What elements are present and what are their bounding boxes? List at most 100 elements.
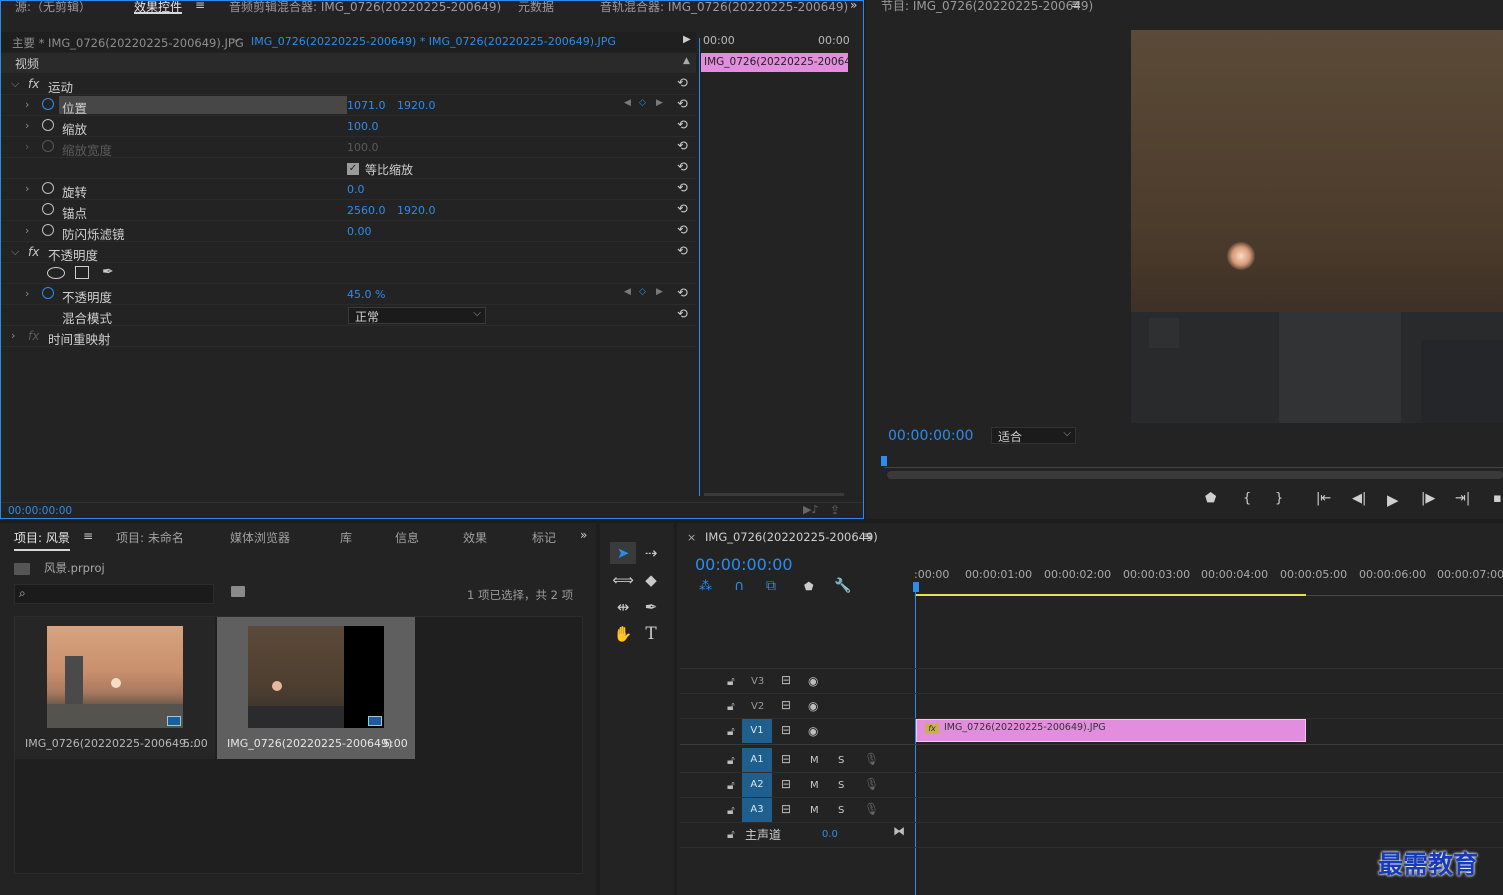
reset-icon[interactable]: ⟲ bbox=[677, 118, 688, 133]
lock-icon[interactable]: 🔓︎ bbox=[727, 753, 735, 768]
export-icon[interactable]: ⇪ bbox=[830, 503, 840, 517]
project-search-input[interactable]: ⌕ bbox=[14, 584, 214, 604]
snap-icon[interactable]: ∩ bbox=[734, 578, 744, 594]
lock-icon[interactable]: 🔓︎ bbox=[727, 803, 735, 818]
toggle-sync-icon[interactable]: ⊟ bbox=[781, 673, 791, 687]
eye-icon[interactable]: ◉ bbox=[808, 699, 818, 713]
go-to-in-icon[interactable]: |⇤ bbox=[1316, 491, 1331, 506]
selection-tool-icon[interactable]: ➤ bbox=[610, 542, 636, 564]
toggle-sync-icon[interactable]: ⊟ bbox=[781, 698, 791, 712]
toggle-sync-icon[interactable]: ⊟ bbox=[781, 777, 791, 791]
project-item-selected[interactable]: IMG_0726(20220225-200649) 5:00 bbox=[217, 617, 415, 759]
lock-icon[interactable]: 🔓︎ bbox=[727, 699, 735, 714]
wrench-icon[interactable]: 🔧 bbox=[834, 578, 851, 594]
tab-media-browser[interactable]: 媒体浏览器 bbox=[230, 529, 290, 546]
go-to-out-icon[interactable]: ⇥| bbox=[1455, 491, 1470, 506]
opacity-value[interactable]: 45.0 % bbox=[347, 288, 385, 301]
expand-chevron-icon[interactable]: › bbox=[25, 287, 29, 300]
overflow-icon[interactable]: » bbox=[580, 528, 587, 542]
play-triangle-icon[interactable]: ▶ bbox=[683, 34, 691, 45]
expand-chevron-icon[interactable]: › bbox=[25, 119, 29, 132]
tab-project-untitled[interactable]: 项目: 未命名 bbox=[116, 529, 184, 546]
ec-clip-bar[interactable]: IMG_0726(20220225-200649 bbox=[701, 53, 848, 72]
lock-icon[interactable]: 🔓︎ bbox=[727, 724, 735, 739]
expand-chevron-icon[interactable]: › bbox=[25, 182, 29, 195]
anchor-x-value[interactable]: 2560.0 bbox=[347, 204, 386, 217]
uniform-scale-checkbox[interactable]: ✓ bbox=[347, 163, 359, 175]
stopwatch-icon[interactable] bbox=[42, 224, 54, 236]
scroll-up-icon[interactable]: ▲ bbox=[683, 56, 690, 66]
expand-chevron-icon[interactable]: › bbox=[11, 329, 15, 342]
stopwatch-icon[interactable] bbox=[42, 119, 54, 131]
microphone-icon[interactable]: 🎙︎ bbox=[864, 802, 879, 816]
menu-icon[interactable]: ≡ bbox=[83, 529, 93, 543]
tab-audio-clip-mixer[interactable]: 音频剪辑混合器: IMG_0726(20220225-200649) bbox=[229, 1, 501, 15]
anchor-row[interactable]: 锚点 2560.0 1920.0 ⟲ bbox=[1, 200, 696, 221]
razor-tool-icon[interactable]: ◆ bbox=[638, 569, 664, 591]
timeline-clip[interactable]: fx IMG_0726(20220225-200649).JPG bbox=[916, 719, 1306, 742]
program-playhead[interactable] bbox=[881, 456, 887, 466]
reset-icon[interactable]: ⟲ bbox=[677, 202, 688, 217]
position-row[interactable]: › 位置 1071.0 1920.0 ◀ ◇ ▶ ⟲ bbox=[1, 95, 696, 116]
reset-icon[interactable]: ⟲ bbox=[677, 307, 688, 322]
add-keyframe-icon[interactable]: ◇ bbox=[639, 98, 646, 108]
opacity-group-row[interactable]: ⌵ fx 不透明度 ⟲ bbox=[1, 242, 696, 263]
track-target-a3[interactable]: A3 bbox=[742, 798, 772, 822]
mute-button[interactable]: M bbox=[810, 805, 819, 816]
hand-tool-icon[interactable]: ✋ bbox=[610, 623, 636, 645]
blend-mode-select[interactable]: 正常 ⌵ bbox=[348, 307, 486, 324]
expand-chevron-icon[interactable]: ⌵ bbox=[11, 77, 19, 91]
toggle-sync-icon[interactable]: ⊟ bbox=[781, 802, 791, 816]
project-item[interactable]: IMG_0726(20220225-200649... 5:00 bbox=[15, 617, 215, 759]
track-target-a1[interactable]: A1 bbox=[742, 748, 772, 772]
solo-button[interactable]: S bbox=[838, 780, 844, 791]
track-select-tool-icon[interactable]: ⇢ bbox=[638, 542, 664, 564]
menu-icon[interactable]: ≡ bbox=[863, 529, 873, 543]
step-forward-icon[interactable]: |▶ bbox=[1421, 491, 1435, 506]
mute-button[interactable]: M bbox=[810, 755, 819, 766]
sequence-clip-label[interactable]: IMG_0726(20220225-200649) * IMG_0726(202… bbox=[251, 35, 616, 48]
microphone-icon[interactable]: 🎙︎ bbox=[864, 752, 879, 766]
tab-metadata[interactable]: 元数据 bbox=[518, 1, 554, 15]
linked-selection-icon[interactable]: ⧉ bbox=[766, 578, 776, 594]
add-marker-icon[interactable]: ⬟ bbox=[804, 580, 814, 593]
ripple-edit-tool-icon[interactable]: ⟺ bbox=[610, 569, 636, 591]
prev-keyframe-icon[interactable]: ◀ bbox=[624, 287, 631, 297]
stopwatch-icon[interactable] bbox=[42, 287, 54, 299]
pen-mask-icon[interactable]: ✒ bbox=[102, 264, 114, 280]
master-clip-label[interactable]: 主要 * IMG_0726(20220225-200649).JPG bbox=[12, 35, 244, 51]
track-label-v3[interactable]: V3 bbox=[751, 676, 764, 687]
fx-icon[interactable]: fx bbox=[28, 77, 39, 91]
flicker-value[interactable]: 0.00 bbox=[347, 225, 372, 238]
lock-icon[interactable]: 🔓︎ bbox=[727, 674, 735, 689]
tab-effects[interactable]: 效果 bbox=[463, 529, 487, 546]
stopwatch-icon[interactable] bbox=[42, 182, 54, 194]
stopwatch-icon[interactable] bbox=[42, 98, 54, 110]
tab-project-landscape[interactable]: 项目: 风景 bbox=[14, 529, 70, 551]
play-icon[interactable]: ▶ bbox=[1387, 491, 1399, 509]
reset-icon[interactable]: ⟲ bbox=[677, 181, 688, 196]
lock-icon[interactable]: 🔓︎ bbox=[727, 778, 735, 793]
tab-markers[interactable]: 标记 bbox=[532, 531, 556, 545]
pen-tool-icon[interactable]: ✒ bbox=[638, 596, 664, 618]
eye-icon[interactable]: ◉ bbox=[808, 674, 818, 688]
fx-icon[interactable]: fx bbox=[28, 245, 39, 259]
go-to-end-icon[interactable]: ⧓ bbox=[893, 824, 905, 838]
stopwatch-icon[interactable] bbox=[42, 203, 54, 215]
position-x-value[interactable]: 1071.0 bbox=[347, 99, 386, 112]
ellipse-mask-icon[interactable] bbox=[47, 267, 65, 279]
reset-icon[interactable]: ⟲ bbox=[677, 286, 688, 301]
eye-icon[interactable]: ◉ bbox=[808, 724, 818, 738]
ec-timecode[interactable]: 00:00:00:00 bbox=[8, 505, 72, 517]
close-icon[interactable]: × bbox=[687, 531, 696, 544]
ec-playhead[interactable] bbox=[699, 38, 700, 496]
new-bin-from-search-icon[interactable] bbox=[231, 586, 245, 597]
reset-icon[interactable]: ⟲ bbox=[677, 244, 688, 259]
add-marker-icon[interactable]: ⬟ bbox=[1205, 491, 1216, 506]
flicker-row[interactable]: › 防闪烁滤镜 0.00 ⟲ bbox=[1, 221, 696, 242]
program-zoom-bar[interactable] bbox=[887, 471, 1503, 479]
opacity-row[interactable]: › 不透明度 45.0 % ◀ ◇ ▶ ⟲ bbox=[1, 284, 696, 305]
solo-button[interactable]: S bbox=[838, 755, 844, 766]
lock-icon[interactable]: 🔓︎ bbox=[727, 827, 735, 842]
tab-libraries[interactable]: 库 bbox=[340, 529, 352, 546]
